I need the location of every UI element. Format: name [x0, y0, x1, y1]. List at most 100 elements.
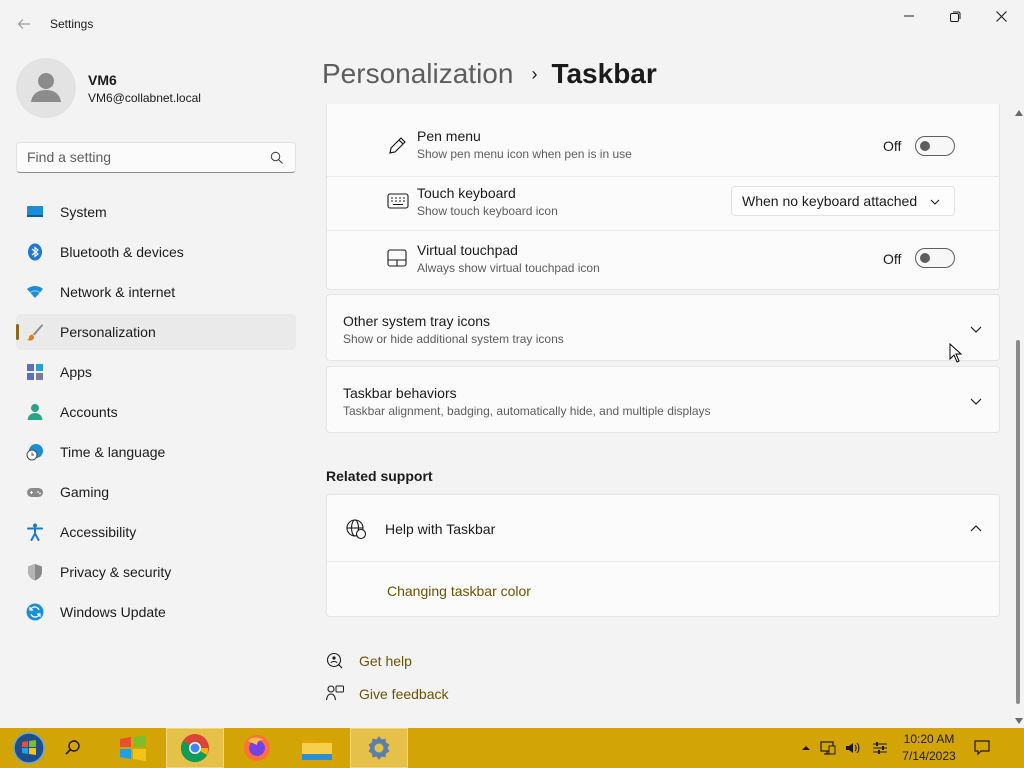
search-icon[interactable] [270, 151, 284, 165]
virtual-touchpad-row: Virtual touchpad Always show virtual tou… [327, 231, 1000, 289]
taskbar-app-settings[interactable] [350, 728, 408, 768]
windows-logo-icon [120, 735, 146, 761]
pen-menu-toggle[interactable] [915, 136, 955, 156]
update-icon [26, 603, 44, 621]
sidebar-item-gaming[interactable]: Gaming [16, 474, 296, 510]
virtual-touchpad-toggle[interactable] [915, 248, 955, 268]
changing-taskbar-color-link[interactable]: Changing taskbar color [387, 583, 531, 599]
sidebar-item-label: Apps [60, 364, 92, 380]
scroll-up-arrow[interactable] [1015, 110, 1023, 116]
touch-keyboard-dropdown[interactable]: When no keyboard attached [731, 186, 955, 216]
start-orb-icon [13, 732, 45, 764]
sidebar-item-privacy[interactable]: Privacy & security [16, 554, 296, 590]
back-arrow-icon [17, 19, 30, 29]
taskbar-search-button[interactable] [44, 728, 102, 768]
get-help-link[interactable]: Get help [359, 653, 412, 669]
sidebar-item-time-language[interactable]: Time & language [16, 434, 296, 470]
touch-keyboard-subtitle: Show touch keyboard icon [417, 204, 558, 218]
sidebar-item-label: System [60, 204, 107, 220]
other-tray-subtitle: Show or hide additional system tray icon… [343, 332, 564, 346]
app-title: Settings [50, 17, 94, 31]
toggle-knob [920, 253, 930, 263]
touchpad-icon [387, 249, 407, 267]
pen-menu-row: Pen menu Show pen menu icon when pen is … [327, 119, 1000, 177]
avatar[interactable] [16, 58, 76, 118]
volume-icon[interactable] [844, 740, 860, 756]
virtual-touchpad-state: Off [883, 251, 902, 267]
touch-keyboard-title: Touch keyboard [417, 185, 516, 201]
other-tray-icons-expander[interactable]: Other system tray icons Show or hide add… [326, 294, 1000, 361]
accessibility-icon [27, 523, 43, 541]
person-icon [27, 404, 43, 420]
sidebar-item-bluetooth[interactable]: Bluetooth & devices [16, 234, 296, 270]
tray-icons-group: Pen menu Show pen menu icon when pen is … [326, 104, 1000, 290]
system-icon [27, 206, 43, 217]
taskbar-app-windows[interactable] [104, 728, 162, 768]
sidebar-item-label: Windows Update [60, 604, 166, 620]
paintbrush-icon [27, 324, 43, 341]
sidebar-item-windows-update[interactable]: Windows Update [16, 594, 296, 630]
scroll-thumb[interactable] [1016, 340, 1020, 704]
search-input[interactable] [27, 149, 267, 165]
pen-icon [389, 137, 406, 154]
get-help-icon [326, 652, 343, 669]
chevron-up-icon[interactable] [798, 740, 814, 756]
user-silhouette-icon [31, 73, 61, 102]
taskbar-behaviors-expander[interactable]: Taskbar behaviors Taskbar alignment, bad… [326, 366, 1000, 433]
minimize-icon [904, 15, 914, 17]
virtual-touchpad-title: Virtual touchpad [417, 242, 518, 258]
breadcrumb-parent[interactable]: Personalization [322, 58, 513, 90]
virtual-touchpad-subtitle: Always show virtual touchpad icon [417, 261, 600, 275]
sidebar-item-personalization[interactable]: Personalization [16, 314, 296, 350]
sidebar-item-label: Gaming [60, 484, 110, 500]
taskbar-clock[interactable]: 10:20 AM 7/14/2023 [896, 731, 962, 765]
other-tray-title: Other system tray icons [343, 313, 491, 329]
chevron-down-icon[interactable] [969, 322, 983, 336]
globe-clock-icon [26, 444, 43, 461]
toggle-knob [920, 141, 930, 151]
clock-time: 10:20 AM [903, 732, 955, 746]
sidebar-item-label: Network & internet [60, 284, 176, 300]
chevron-down-icon[interactable] [969, 394, 983, 408]
maximize-button[interactable] [932, 0, 978, 32]
firefox-icon [244, 735, 270, 761]
sidebar-item-accounts[interactable]: Accounts [16, 394, 296, 430]
restore-icon [949, 11, 960, 22]
profile-name: VM6 [88, 72, 117, 88]
breadcrumb: Personalization › Taskbar [322, 58, 657, 90]
gamepad-icon [27, 488, 43, 497]
back-button[interactable] [12, 12, 36, 36]
help-with-taskbar-title: Help with Taskbar [385, 521, 496, 537]
taskbar-app-firefox[interactable] [228, 728, 286, 768]
scroll-down-arrow[interactable] [1015, 718, 1023, 724]
search-box[interactable] [16, 142, 296, 173]
help-with-taskbar-header[interactable]: Help with Taskbar [327, 495, 999, 562]
notification-icon[interactable] [974, 740, 990, 756]
chevron-down-icon [930, 199, 940, 205]
chevron-up-icon[interactable] [969, 522, 983, 536]
sidebar-item-system[interactable]: System [16, 194, 296, 230]
dropdown-value: When no keyboard attached [742, 193, 918, 209]
give-feedback-link[interactable]: Give feedback [359, 686, 449, 702]
breadcrumb-separator: › [531, 63, 538, 84]
related-support-heading: Related support [326, 468, 433, 484]
sidebar-item-apps[interactable]: Apps [16, 354, 296, 390]
keyboard-icon [387, 193, 409, 209]
clock-date: 7/14/2023 [902, 749, 956, 763]
profile-email: VM6@collabnet.local [88, 91, 201, 105]
page-title: Taskbar [551, 58, 657, 89]
wifi-icon [27, 285, 43, 298]
close-button[interactable] [978, 0, 1024, 32]
sidebar-item-network[interactable]: Network & internet [16, 274, 296, 310]
taskbar-app-file-explorer[interactable] [288, 728, 346, 768]
apps-icon [27, 364, 43, 380]
taskbar-app-chrome[interactable] [166, 728, 224, 768]
behaviors-title: Taskbar behaviors [343, 385, 457, 401]
sidebar-item-accessibility[interactable]: Accessibility [16, 514, 296, 550]
sidebar-item-label: Personalization [60, 324, 156, 340]
content-scrollbar[interactable] [1012, 104, 1024, 728]
minimize-button[interactable] [886, 0, 932, 32]
action-center-sliders-icon[interactable] [872, 740, 888, 756]
mouse-cursor-icon [949, 343, 962, 363]
network-icon[interactable] [820, 740, 836, 756]
